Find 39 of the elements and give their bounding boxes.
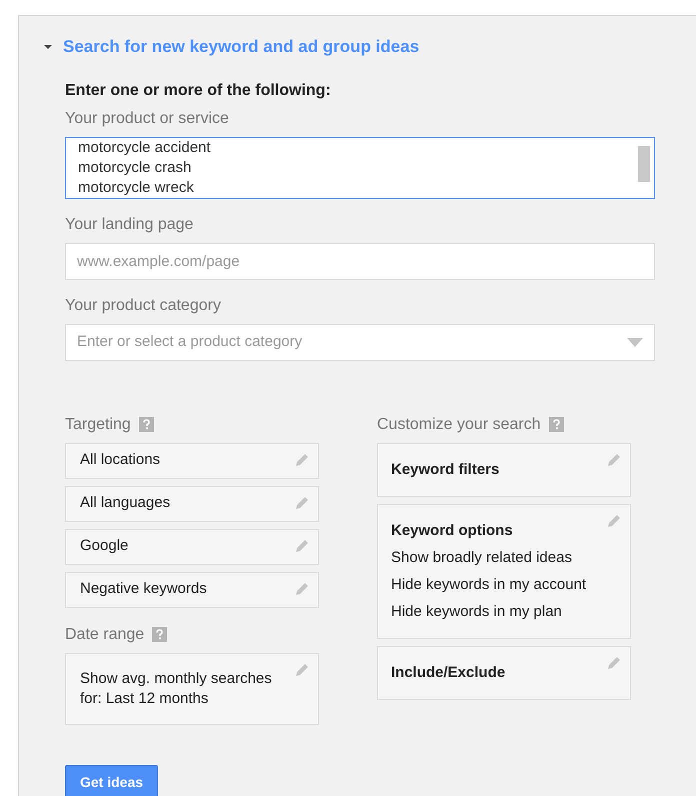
pencil-icon[interactable] (294, 580, 310, 596)
dropdown-arrow-icon[interactable] (627, 338, 643, 346)
card-title: Keyword options (391, 520, 514, 540)
customize-heading: Customize your search (377, 414, 541, 434)
date-range-card[interactable]: Show avg. monthly searches for: Last 12 months (65, 652, 319, 724)
option-line: Hide keywords in my account (391, 574, 588, 594)
card-title: Include/Exclude (391, 662, 506, 682)
pencil-icon[interactable] (606, 654, 622, 670)
card-title: Keyword filters (391, 460, 500, 480)
keyword-line: motorcycle wreck (78, 178, 194, 198)
customize-card[interactable]: Include/Exclude (377, 646, 631, 700)
targeting-heading: Targeting (65, 414, 131, 434)
targeting-card[interactable]: Negative keywords (65, 572, 319, 608)
customize-card[interactable]: Keyword filters (377, 442, 631, 496)
targeting-card[interactable]: Google (65, 528, 319, 564)
landing-page-field[interactable]: www.example.com/page (65, 242, 655, 280)
product-textarea[interactable]: motorcycle accident motorcycle crash motorcycle wreck (65, 136, 655, 198)
pencil-icon[interactable] (606, 512, 622, 528)
help-icon[interactable] (152, 627, 168, 642)
keyword-line: motorcycle accident (78, 138, 211, 158)
field-label: Your product category (65, 296, 222, 316)
option-line: Show broadly related ideas (391, 548, 573, 568)
pencil-icon[interactable] (294, 452, 310, 468)
pencil-icon[interactable] (294, 494, 310, 510)
intro-text: Enter one or more of the following: (65, 80, 332, 100)
field-label: Your landing page (65, 214, 194, 234)
help-icon[interactable] (548, 417, 564, 432)
keyword-line: motorcycle crash (78, 158, 192, 178)
customize-card[interactable]: Keyword options Show broadly related ideas Hide keywords in my account Hide keywords in my plan (377, 504, 631, 638)
help-icon[interactable] (138, 417, 154, 432)
date-range-heading: Date range (65, 624, 144, 644)
scrollbar-thumb[interactable] (638, 146, 650, 182)
pencil-icon[interactable] (294, 662, 310, 678)
targeting-card[interactable]: All locations (65, 442, 319, 478)
pencil-icon[interactable] (294, 538, 310, 554)
option-line: Hide keywords in my plan (391, 602, 563, 622)
pencil-icon[interactable] (606, 452, 622, 468)
field-label: Your product or service (65, 108, 230, 128)
targeting-card[interactable]: All languages (65, 486, 319, 522)
